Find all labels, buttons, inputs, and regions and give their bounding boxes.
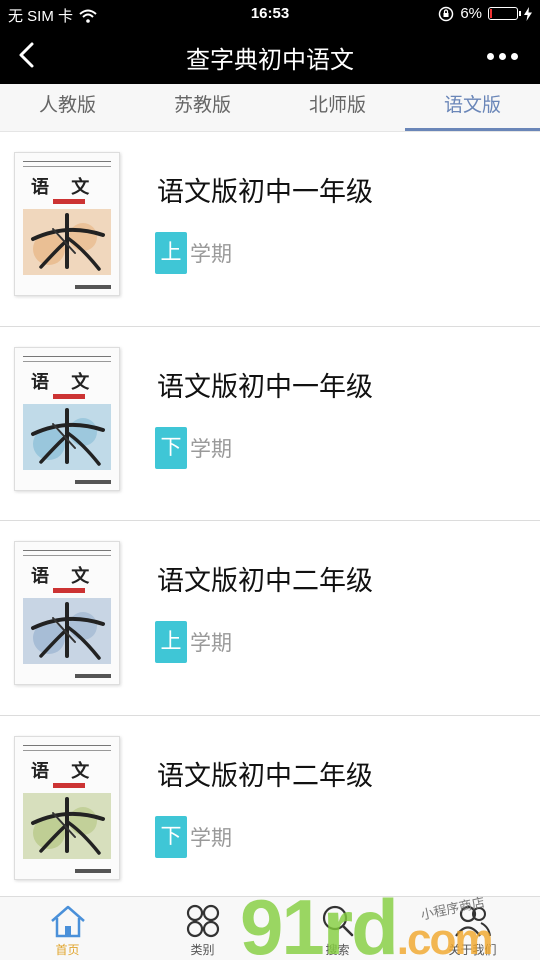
tab-beishi[interactable]: 北师版 bbox=[270, 84, 405, 131]
term-badge: 上 bbox=[155, 621, 187, 663]
term-row: 下 学期 bbox=[155, 815, 232, 858]
book-title: 语文版初中二年级 bbox=[157, 566, 373, 596]
term-label: 学期 bbox=[190, 826, 232, 850]
term-row: 上 学期 bbox=[155, 621, 232, 663]
term-label: 学期 bbox=[190, 243, 232, 266]
more-dot bbox=[511, 53, 518, 60]
bottom-tab-home[interactable]: 首页 bbox=[0, 897, 135, 960]
cover-title: 语 文 bbox=[31, 760, 98, 782]
bottom-tab-label: 首页 bbox=[55, 943, 80, 957]
book-title: 语文版初中一年级 bbox=[157, 177, 373, 207]
book-cover: 语 文 bbox=[14, 346, 120, 491]
more-dot bbox=[487, 53, 494, 60]
orientation-lock-icon bbox=[439, 6, 454, 21]
edition-tabs: 人教版 苏教版 北师版 语文版 bbox=[0, 84, 540, 132]
list-item[interactable]: 语 文 语文版初中二年级 上 学期 bbox=[0, 521, 540, 716]
nav-bar: 查字典初中语文 bbox=[0, 28, 540, 84]
cover-header bbox=[23, 355, 111, 362]
cover-publisher bbox=[75, 674, 111, 678]
book-title: 语文版初中一年级 bbox=[157, 371, 373, 402]
cover-publisher bbox=[75, 285, 111, 289]
term-label: 学期 bbox=[190, 632, 232, 655]
list-item[interactable]: 语 文 语文版初中二年级 下 学期 bbox=[0, 716, 540, 910]
category-icon bbox=[186, 904, 219, 938]
book-cover: 语 文 bbox=[14, 152, 120, 296]
list-item[interactable]: 语 文 语文版初中一年级 上 学期 bbox=[0, 132, 540, 327]
page-title: 查字典初中语文 bbox=[186, 47, 354, 74]
more-button[interactable] bbox=[487, 53, 518, 60]
term-badge: 下 bbox=[155, 426, 187, 469]
cover-band bbox=[53, 199, 85, 204]
watermark-domain: .com bbox=[396, 915, 494, 960]
battery-percent: 6% bbox=[460, 5, 482, 22]
book-cover: 语 文 bbox=[14, 735, 120, 880]
tab-sujiao[interactable]: 苏教版 bbox=[135, 84, 270, 131]
cover-illustration bbox=[23, 209, 111, 275]
charging-bolt-icon bbox=[524, 6, 532, 21]
cover-illustration bbox=[23, 598, 111, 664]
cover-illustration bbox=[23, 403, 111, 470]
cover-header bbox=[23, 550, 111, 556]
term-row: 上 学期 bbox=[155, 232, 232, 274]
term-label: 学期 bbox=[190, 437, 232, 461]
term-row: 下 学期 bbox=[155, 426, 232, 469]
cover-title: 语 文 bbox=[31, 566, 98, 587]
cover-band bbox=[53, 588, 85, 593]
status-bar: 无 SIM 卡 16:53 6% bbox=[0, 0, 540, 28]
cover-title: 语 文 bbox=[31, 177, 98, 198]
tab-yuwen[interactable]: 语文版 bbox=[405, 84, 540, 131]
watermark-logo: 91rd.com bbox=[240, 882, 494, 960]
battery-level bbox=[490, 9, 492, 18]
cover-header bbox=[23, 161, 111, 167]
more-dot bbox=[499, 53, 506, 60]
cover-publisher bbox=[75, 868, 111, 873]
list-item[interactable]: 语 文 语文版初中一年级 下 学期 bbox=[0, 327, 540, 521]
term-badge: 下 bbox=[155, 815, 187, 858]
status-right: 6% bbox=[438, 5, 532, 22]
book-title: 语文版初中二年级 bbox=[157, 760, 373, 791]
cover-band bbox=[53, 782, 85, 788]
battery-icon bbox=[488, 7, 521, 20]
tab-renjiao[interactable]: 人教版 bbox=[0, 84, 135, 131]
watermark-brand: 91rd bbox=[240, 883, 399, 960]
cover-illustration bbox=[23, 792, 111, 859]
cover-header bbox=[23, 744, 111, 751]
cover-band bbox=[53, 393, 85, 399]
term-badge: 上 bbox=[155, 232, 187, 274]
cover-title: 语 文 bbox=[31, 371, 98, 393]
book-list: 语 文 语文版初中一年级 上 学期 语 文 语文版初中一年级 下 学期 语 文 bbox=[0, 132, 540, 910]
book-cover: 语 文 bbox=[14, 541, 120, 685]
home-icon bbox=[50, 905, 85, 938]
cover-publisher bbox=[75, 479, 111, 484]
